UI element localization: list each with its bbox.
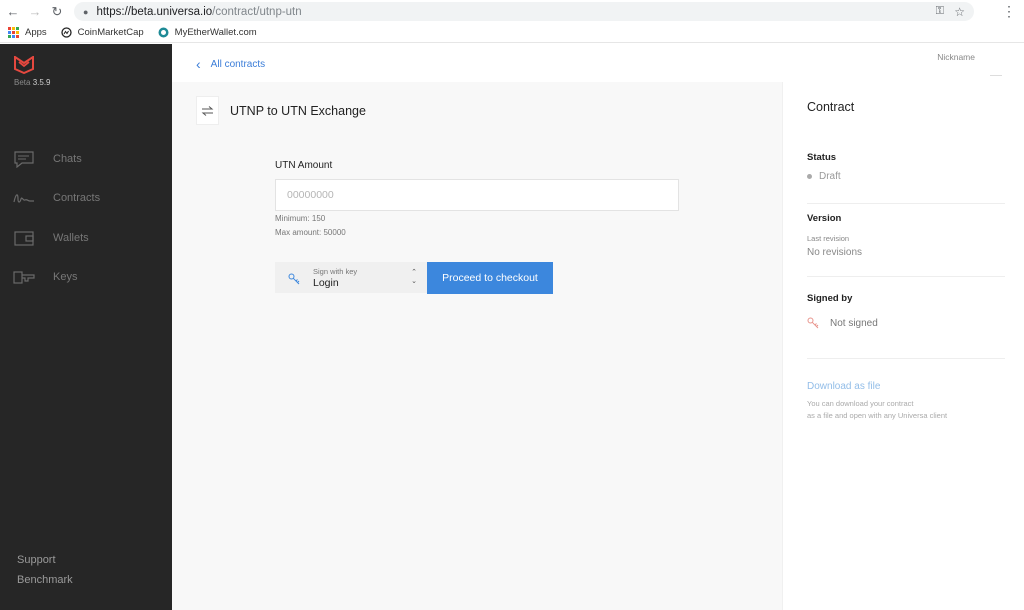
page-title: UTNP to UTN Exchange	[230, 103, 366, 118]
all-contracts-link[interactable]: ‹ All contracts	[196, 56, 265, 72]
download-desc-line: as a file and open with any Universa cli…	[807, 411, 948, 420]
back-link-label: All contracts	[210, 58, 266, 70]
last-revision-label: Last revision	[807, 234, 850, 243]
sidebar-item-chats[interactable]: Chats	[13, 150, 82, 168]
benchmark-link[interactable]: Benchmark	[17, 574, 73, 586]
status-section: Status Draft	[807, 152, 1005, 182]
signed-text: Not signed	[830, 317, 878, 329]
bookmark-coinmarketcap[interactable]: CoinMarketCap	[61, 27, 144, 38]
sidebar-item-label: Chats	[53, 153, 82, 165]
download-desc-line: You can download your contract	[807, 399, 914, 408]
download-as-file-link[interactable]: Download as file	[807, 381, 1005, 392]
chevron-left-icon: ‹	[196, 56, 201, 72]
coinmarketcap-icon	[61, 27, 72, 38]
top-bar: ‹ All contracts Nickname	[172, 44, 1024, 82]
back-arrow-icon[interactable]: ←	[4, 3, 22, 21]
amount-input[interactable]	[275, 179, 679, 211]
key-icon	[807, 317, 819, 329]
divider	[807, 276, 1005, 277]
nickname-underline	[990, 75, 1002, 76]
panel-title: Contract	[807, 100, 855, 114]
address-bar[interactable]: ● https://beta.universa.io/contract/utnp…	[74, 2, 974, 21]
key-icon[interactable]: ⚿	[936, 5, 944, 18]
main-content: UTNP to UTN Exchange UTN Amount Minimum:…	[172, 82, 782, 610]
title-row: UTNP to UTN Exchange	[196, 96, 366, 125]
support-link[interactable]: Support	[17, 554, 56, 566]
browser-toolbar: ← → ↻ ● https://beta.universa.io/contrac…	[0, 0, 1024, 23]
proceed-to-checkout-button[interactable]: Proceed to checkout	[427, 262, 553, 294]
download-section: Download as file You can download your c…	[807, 381, 1005, 422]
amount-form: UTN Amount Minimum: 150 Max amount: 5000…	[275, 160, 679, 237]
status-label: Status	[807, 152, 837, 163]
key-icon	[13, 268, 35, 286]
wallet-icon	[13, 229, 35, 247]
apps-grid-icon	[8, 27, 19, 38]
app-version: Beta 3.5.9	[14, 78, 51, 87]
bookmark-myetherwallet[interactable]: MyEtherWallet.com	[158, 27, 257, 38]
signed-section: Signed by Not signed	[807, 293, 1005, 329]
action-row: Sign with key Login ⌃ ⌄ Proceed to checko…	[275, 262, 553, 294]
status-dot-icon	[807, 174, 812, 179]
bookmark-apps[interactable]: Apps	[8, 27, 47, 38]
url-path: /contract/utnp-utn	[212, 5, 302, 18]
max-hint: Max amount: 50000	[275, 228, 346, 237]
bookmarks-bar: Apps CoinMarketCap MyEtherWallet.com	[0, 23, 1024, 43]
version-number: 3.5.9	[32, 78, 51, 87]
status-text: Draft	[819, 171, 841, 182]
signed-value: Not signed	[807, 317, 1005, 329]
version-label: Version	[807, 213, 842, 224]
bookmark-label: MyEtherWallet.com	[174, 27, 257, 38]
key-icon	[288, 272, 300, 284]
signature-icon	[13, 189, 35, 207]
more-menu-icon[interactable]: ⋮	[1002, 3, 1016, 20]
sidebar-item-keys[interactable]: Keys	[13, 268, 77, 286]
divider	[807, 203, 1005, 204]
sidebar-item-label: Wallets	[53, 232, 89, 244]
universa-logo-icon[interactable]	[14, 55, 34, 75]
sidebar-item-contracts[interactable]: Contracts	[13, 189, 100, 207]
amount-label: UTN Amount	[275, 160, 333, 171]
url-host: https://beta.universa.io	[96, 5, 213, 18]
version-section: Version Last revision No revisions	[807, 213, 1005, 258]
forward-arrow-icon[interactable]: →	[26, 3, 44, 21]
sidebar: Beta 3.5.9 Chats Contracts Wallets Keys …	[0, 44, 172, 610]
version-prefix: Beta	[14, 78, 31, 87]
download-description: You can download your contract as a file…	[807, 398, 997, 422]
reload-icon[interactable]: ↻	[48, 3, 66, 21]
chevron-updown-icon: ⌃ ⌄	[411, 269, 417, 285]
sidebar-item-wallets[interactable]: Wallets	[13, 229, 89, 247]
lock-icon: ●	[83, 6, 89, 17]
version-value: No revisions	[807, 247, 863, 258]
myetherwallet-icon	[158, 27, 169, 38]
sidebar-item-label: Keys	[53, 271, 78, 283]
divider	[807, 358, 1005, 359]
minimum-hint: Minimum: 150	[275, 214, 326, 223]
swap-icon	[196, 96, 219, 125]
sign-with-key-select[interactable]: Sign with key Login ⌃ ⌄	[275, 262, 427, 293]
status-value: Draft	[807, 171, 1005, 182]
chat-icon	[13, 150, 35, 168]
bookmark-label: CoinMarketCap	[77, 27, 144, 38]
star-icon[interactable]: ☆	[954, 5, 965, 19]
nickname-label[interactable]: Nickname	[937, 52, 975, 62]
sidebar-item-label: Contracts	[53, 192, 101, 204]
signed-by-label: Signed by	[807, 293, 853, 304]
sign-caption: Sign with key	[313, 266, 358, 276]
sign-value: Login	[313, 276, 339, 289]
bookmark-label: Apps	[25, 27, 47, 38]
contract-panel: Contract Status Draft Version Last revis…	[782, 82, 1024, 610]
